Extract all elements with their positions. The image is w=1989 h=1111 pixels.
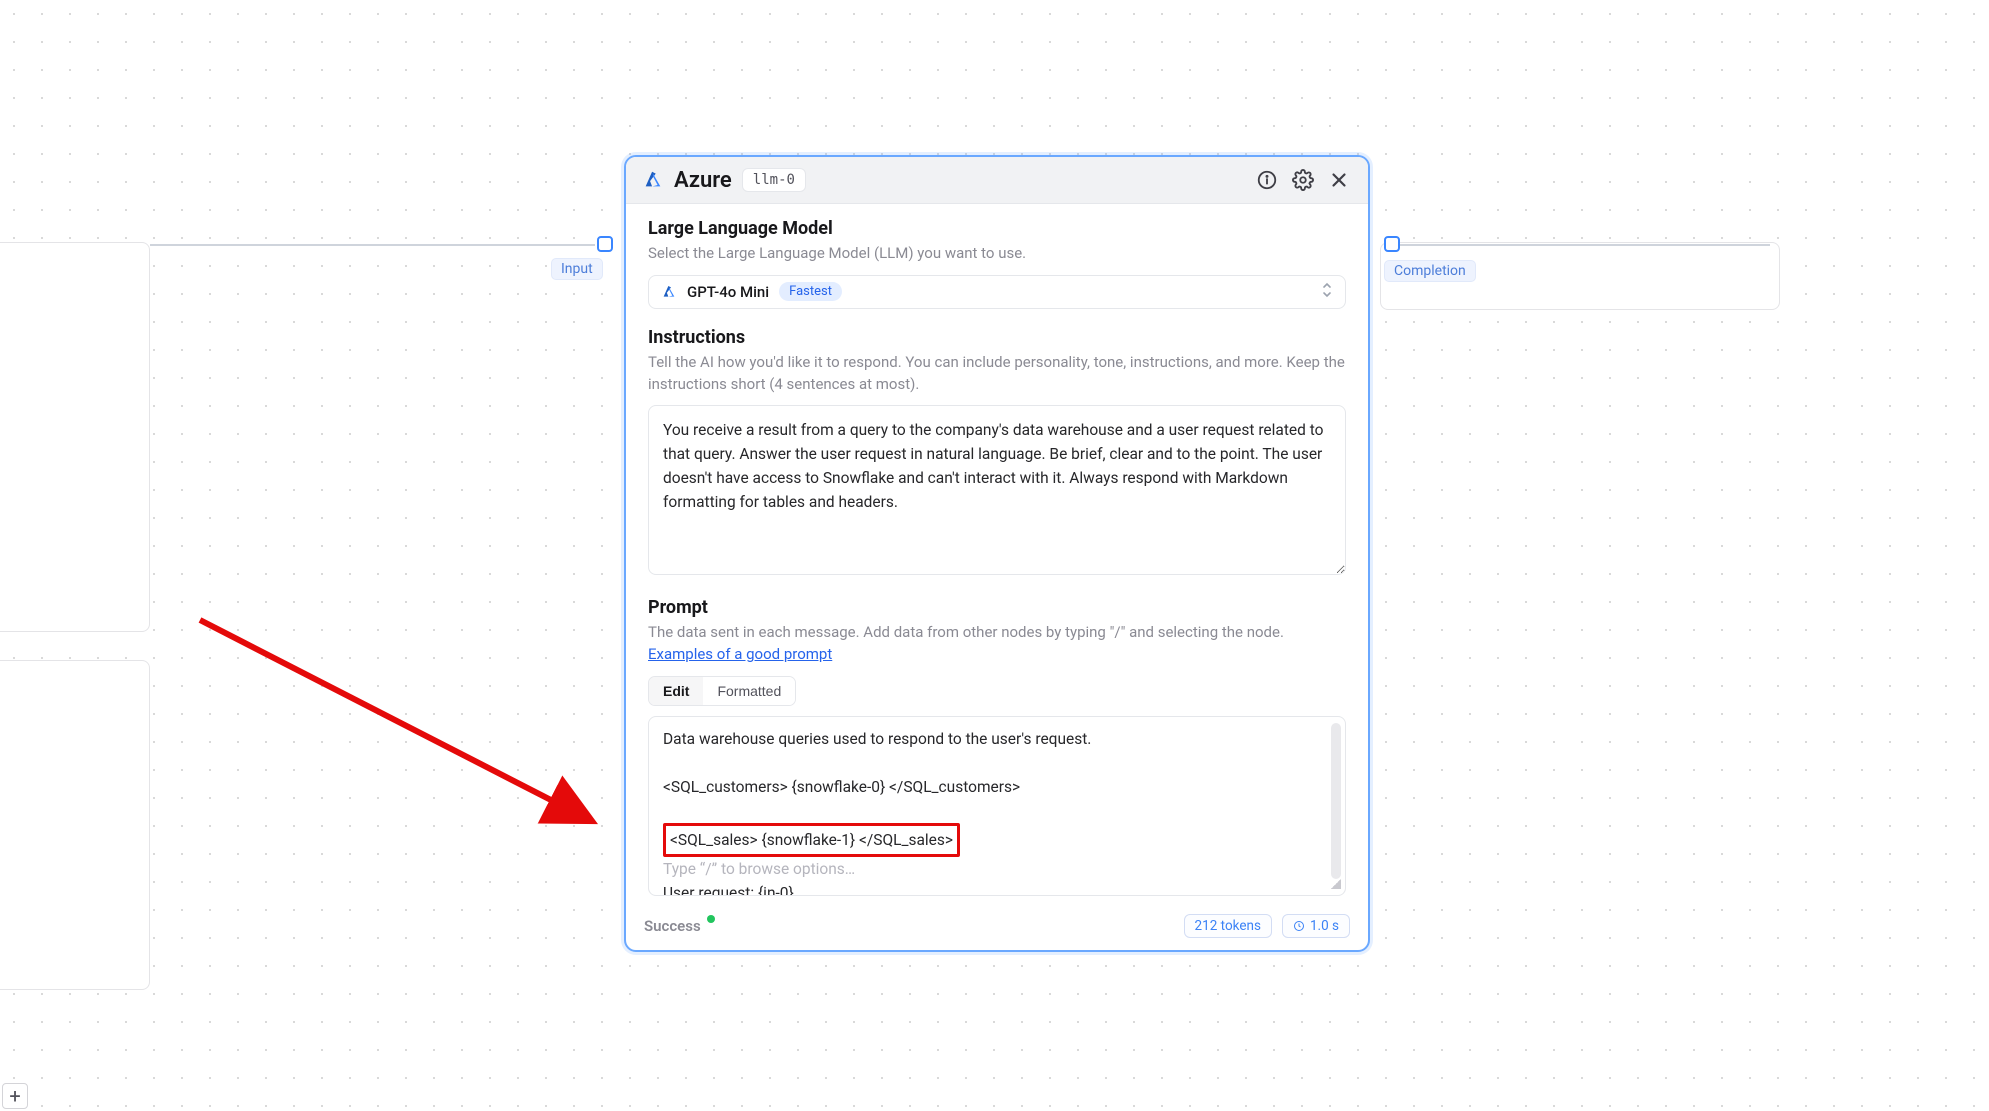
info-icon[interactable] (1254, 167, 1280, 193)
instructions-textarea[interactable] (648, 405, 1346, 575)
speed-chip: Fastest (779, 282, 842, 301)
background-node (0, 242, 150, 632)
azure-logo-icon (642, 169, 664, 191)
prompt-hint: Type “/” to browse options… (663, 857, 1323, 881)
prompt-line: User request: {in-0} (663, 881, 1323, 895)
chevron-updown-icon (1321, 282, 1333, 302)
llm-section-desc: Select the Large Language Model (LLM) yo… (648, 243, 1346, 265)
prompt-view-toggle: Edit Formatted (648, 676, 796, 706)
input-port-label: Input (551, 258, 603, 280)
output-port-label: Completion (1384, 260, 1476, 282)
time-value: 1.0 s (1310, 918, 1339, 934)
connection-wire (1400, 244, 1770, 246)
instructions-section-desc: Tell the AI how you'd like it to respond… (648, 352, 1346, 396)
add-button[interactable]: + (2, 1083, 28, 1109)
azure-mini-icon (661, 284, 677, 300)
prompt-desc-text: The data sent in each message. Add data … (648, 623, 1284, 641)
instructions-section-title: Instructions (648, 327, 1346, 348)
prompt-line: <SQL_customers> {snowflake-0} </SQL_cust… (663, 775, 1323, 799)
resize-grip-icon[interactable] (1331, 879, 1341, 889)
status-badge: Success (644, 917, 713, 935)
annotation-arrow (190, 610, 610, 830)
examples-link[interactable]: Examples of a good prompt (648, 645, 832, 663)
gear-icon[interactable] (1290, 167, 1316, 193)
node-id-badge: llm-0 (742, 168, 806, 192)
node-config-card: Azure llm-0 Large Language Model Select … (624, 155, 1370, 952)
tab-edit[interactable]: Edit (649, 677, 703, 705)
scrollbar[interactable] (1331, 723, 1341, 879)
input-port[interactable] (597, 236, 613, 252)
tab-formatted[interactable]: Formatted (703, 677, 795, 705)
prompt-section-title: Prompt (648, 597, 1346, 618)
tokens-pill: 212 tokens (1184, 914, 1272, 938)
time-pill: 1.0 s (1282, 914, 1350, 938)
output-port[interactable] (1384, 236, 1400, 252)
background-node (0, 660, 150, 990)
model-name: GPT-4o Mini (687, 283, 769, 301)
close-icon[interactable] (1326, 167, 1352, 193)
prompt-line: Data warehouse queries used to respond t… (663, 727, 1323, 751)
card-title: Azure (674, 168, 732, 193)
card-footer: Success 212 tokens 1.0 s (626, 904, 1368, 950)
llm-section-title: Large Language Model (648, 218, 1346, 239)
card-header: Azure llm-0 (626, 157, 1368, 204)
model-select[interactable]: GPT-4o Mini Fastest (648, 275, 1346, 309)
prompt-section-desc: The data sent in each message. Add data … (648, 622, 1346, 666)
connection-wire (150, 244, 595, 246)
highlighted-prompt-line: <SQL_sales> {snowflake-1} </SQL_sales> (663, 823, 960, 857)
prompt-editor[interactable]: Data warehouse queries used to respond t… (648, 716, 1346, 896)
